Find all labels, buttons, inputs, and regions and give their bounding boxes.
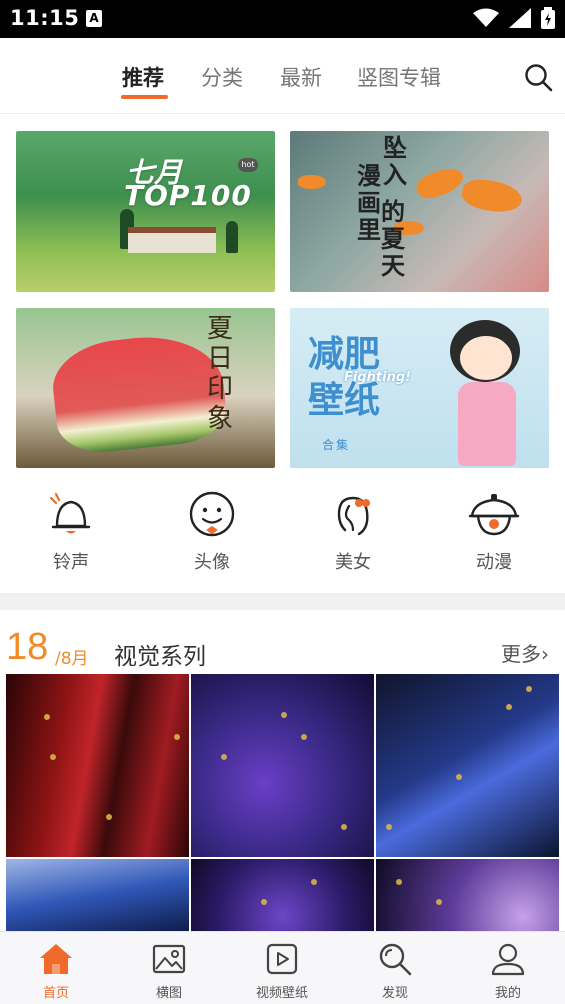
- tree-graphic: [226, 221, 238, 253]
- search-icon: [379, 943, 412, 976]
- house-graphic: [128, 227, 216, 253]
- gold-fleck-graphic: [506, 704, 512, 710]
- image-icon: [152, 944, 186, 974]
- category-beauty[interactable]: 美女: [303, 490, 403, 574]
- gold-fleck-graphic: [456, 774, 462, 780]
- section-date-month: /8月: [55, 649, 89, 669]
- more-link[interactable]: 更多›: [501, 638, 549, 667]
- anime-icon: [468, 494, 520, 536]
- wallpaper-thumbnail[interactable]: [191, 859, 374, 931]
- nav-mine[interactable]: 我的: [463, 942, 553, 1001]
- bell-icon: [49, 492, 91, 534]
- home-icon: [40, 944, 72, 974]
- gold-fleck-graphic: [396, 879, 402, 885]
- face-icon: [189, 491, 235, 537]
- bottom-nav: 首页 横图 视频壁纸 发现 我的: [0, 931, 565, 1004]
- banner-diet-wallpaper[interactable]: 减肥壁纸 Fighting! 合集: [290, 308, 549, 468]
- tab-category[interactable]: 分类: [201, 62, 243, 92]
- nav-home[interactable]: 首页: [11, 942, 101, 1001]
- status-bar: 11:15 A: [0, 0, 565, 38]
- watermelon-graphic: [48, 329, 230, 457]
- nav-label: 我的: [494, 986, 521, 1001]
- wallpaper-thumbnail[interactable]: [376, 859, 559, 931]
- category-ringtone[interactable]: 铃声: [21, 490, 121, 574]
- video-icon: [266, 943, 298, 975]
- category-avatar[interactable]: 头像: [162, 490, 262, 574]
- goldfish-graphic: [413, 163, 467, 203]
- top-nav: 推荐 分类 最新 竖图专辑: [0, 38, 565, 114]
- status-icons: [473, 7, 555, 29]
- wallpaper-thumbnail[interactable]: [6, 859, 189, 931]
- gold-fleck-graphic: [174, 734, 180, 740]
- nav-label: 横图: [155, 986, 182, 1001]
- section-header: 18 /8月 视觉系列 更多›: [0, 610, 565, 674]
- gold-fleck-graphic: [386, 824, 392, 830]
- tab-recommend[interactable]: 推荐: [122, 62, 164, 92]
- girl-body-graphic: [458, 382, 516, 466]
- nav-discover[interactable]: 发现: [350, 942, 440, 1001]
- gold-fleck-graphic: [281, 712, 287, 718]
- banner-subtitle: Fighting!: [344, 370, 412, 385]
- tab-vertical-albums[interactable]: 竖图专辑: [357, 62, 441, 92]
- banner-comic-summer[interactable]: 坠入 漫画里 的夏天: [290, 131, 549, 292]
- signal-icon: [509, 8, 531, 28]
- goldfish-graphic: [459, 176, 525, 216]
- banner-text-col: 的夏天: [381, 198, 405, 280]
- category-label: 美女: [335, 552, 371, 573]
- category-anime[interactable]: 动漫: [444, 490, 544, 574]
- banner-subtitle: TOP100: [124, 179, 252, 212]
- banner-text-col: 坠入: [383, 134, 407, 189]
- wifi-icon: [473, 8, 499, 27]
- goldfish-graphic: [298, 175, 326, 189]
- gold-fleck-graphic: [436, 899, 442, 905]
- gold-fleck-graphic: [44, 714, 50, 720]
- gold-fleck-graphic: [311, 879, 317, 885]
- search-icon[interactable]: [523, 62, 553, 92]
- wallpaper-thumbnail[interactable]: [191, 674, 374, 857]
- banner-tag: 合集: [322, 438, 351, 452]
- gold-fleck-graphic: [106, 814, 112, 820]
- hot-badge: hot: [238, 158, 258, 172]
- active-tab-indicator: [121, 95, 168, 99]
- category-label: 动漫: [476, 552, 512, 573]
- girl-icon: [337, 496, 370, 536]
- wallpaper-thumbnail[interactable]: [6, 674, 189, 857]
- gold-fleck-graphic: [341, 824, 347, 830]
- nav-label: 发现: [381, 986, 408, 1001]
- nav-video-wallpaper[interactable]: 视频壁纸: [237, 942, 327, 1001]
- section-title: 视觉系列: [114, 644, 206, 670]
- category-label: 头像: [194, 552, 230, 573]
- banner-title: 夏日印象: [206, 314, 233, 434]
- banner-text-col: 漫画里: [357, 162, 381, 244]
- banner-july-top100[interactable]: 七月 hot TOP100: [16, 131, 275, 292]
- nav-landscape[interactable]: 横图: [124, 942, 214, 1001]
- accessibility-notification-icon: A: [86, 10, 102, 27]
- nav-label: 首页: [42, 986, 69, 1001]
- gold-fleck-graphic: [221, 754, 227, 760]
- gold-fleck-graphic: [261, 899, 267, 905]
- category-label: 铃声: [53, 552, 89, 573]
- nav-label: 视频壁纸: [255, 986, 308, 1001]
- battery-icon: [541, 7, 555, 29]
- status-time: 11:15: [10, 6, 80, 30]
- section-divider: [0, 593, 565, 610]
- user-icon: [491, 943, 525, 976]
- wallpaper-thumbnail[interactable]: [376, 674, 559, 857]
- gold-fleck-graphic: [301, 734, 307, 740]
- section-date-day: 18: [6, 626, 49, 668]
- gold-fleck-graphic: [50, 754, 56, 760]
- tab-latest[interactable]: 最新: [280, 62, 322, 92]
- girl-face-graphic: [460, 336, 512, 380]
- gold-fleck-graphic: [526, 686, 532, 692]
- banner-summer-impression[interactable]: 夏日印象: [16, 308, 275, 468]
